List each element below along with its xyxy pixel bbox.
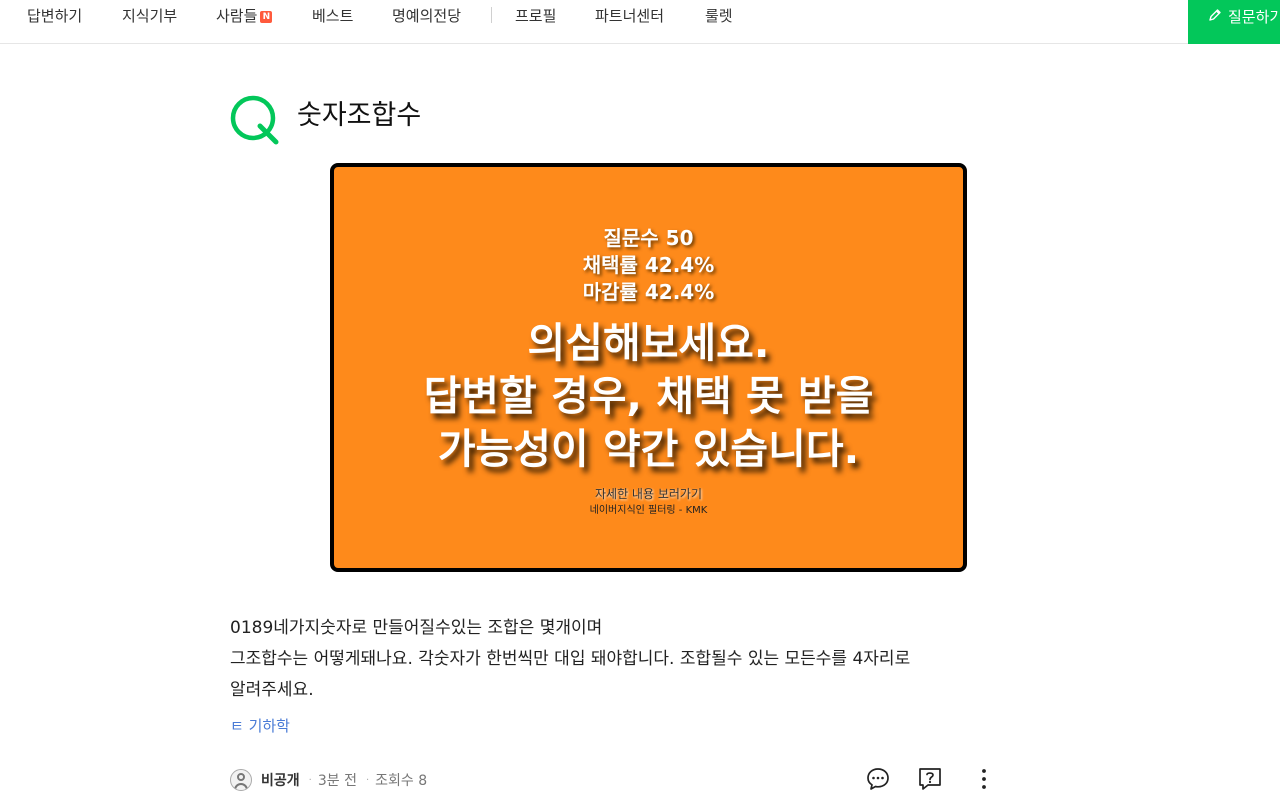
separator: · bbox=[308, 774, 312, 786]
pencil-icon bbox=[1208, 8, 1222, 26]
question-icon[interactable] bbox=[917, 766, 943, 792]
ask-question-button[interactable]: 질문하기 bbox=[1188, 0, 1280, 44]
nav-knowledge-donation[interactable]: 지식기부 bbox=[122, 5, 177, 26]
question-stats: 질문수 50 채택률 42.4% 마감률 42.4% bbox=[334, 225, 963, 306]
nav-partner-center[interactable]: 파트너센터 bbox=[595, 5, 664, 26]
category-tag[interactable]: ㅌ 기하학 bbox=[230, 715, 290, 736]
detail-link[interactable]: 자세한 내용 보러가기 bbox=[334, 485, 963, 502]
new-badge: N bbox=[260, 11, 273, 23]
warning-line-2: 답변할 경우, 채택 못 받을 bbox=[423, 372, 874, 420]
view-count: 조회수 8 bbox=[375, 773, 428, 789]
author-name[interactable]: 비공개 bbox=[261, 770, 300, 790]
post-time: 3분 전 bbox=[317, 773, 357, 789]
body-line: 알려주세요. bbox=[230, 680, 314, 700]
question-body: 0189네가지숫자로 만들어질수있는 조합은 몇개이며 그조합수는 어떻게돼나요… bbox=[230, 613, 1010, 706]
nav-answer[interactable]: 답변하기 bbox=[27, 5, 82, 26]
question-meta: 비공개 · 3분 전 · 조회수 8 bbox=[230, 768, 427, 792]
q-icon bbox=[230, 95, 280, 145]
nav-people[interactable]: 사람들 N bbox=[216, 5, 273, 26]
separator: · bbox=[365, 774, 370, 786]
avatar bbox=[230, 769, 252, 791]
warning-message: 의심해보세요. 답변할 경우, 채택 못 받을 가능성이 약간 있습니다. bbox=[334, 317, 963, 476]
nav-profile[interactable]: 프로필 bbox=[515, 5, 556, 26]
nav-best[interactable]: 베스트 bbox=[312, 5, 353, 26]
warning-banner: 질문수 50 채택률 42.4% 마감률 42.4% 의심해보세요. 답변할 경… bbox=[330, 163, 967, 572]
body-line: 그조합수는 어떻게돼나요. 각숫자가 한번씩만 대입 돼야합니다. 조합될수 있… bbox=[230, 649, 911, 669]
stat-close-rate: 마감률 42.4% bbox=[582, 280, 715, 304]
top-navigation: 답변하기 지식기부 사람들 N 베스트 명예의전당 프로필 파트너센터 룰렛 질문… bbox=[0, 0, 1280, 44]
nav-roulette[interactable]: 룰렛 bbox=[705, 5, 733, 26]
banner-credit: 네이버지식인 필터링 - KMK bbox=[589, 505, 708, 516]
nav-hall-of-fame[interactable]: 명예의전당 bbox=[392, 5, 461, 26]
body-line: 0189네가지숫자로 만들어질수있는 조합은 몇개이며 bbox=[230, 618, 603, 638]
warning-line-3: 가능성이 약간 있습니다. bbox=[437, 425, 860, 473]
stat-question-count: 질문수 50 bbox=[603, 226, 694, 250]
nav-people-label: 사람들 bbox=[216, 7, 258, 25]
nav-divider bbox=[491, 7, 492, 23]
more-vertical-icon[interactable] bbox=[971, 766, 997, 792]
question-title: 숫자조합수 bbox=[297, 100, 422, 131]
warning-line-1: 의심해보세요. bbox=[527, 319, 770, 367]
comment-icon[interactable] bbox=[865, 766, 891, 792]
stat-adoption-rate: 채택률 42.4% bbox=[582, 253, 715, 277]
ask-button-label: 질문하기 bbox=[1228, 8, 1280, 26]
